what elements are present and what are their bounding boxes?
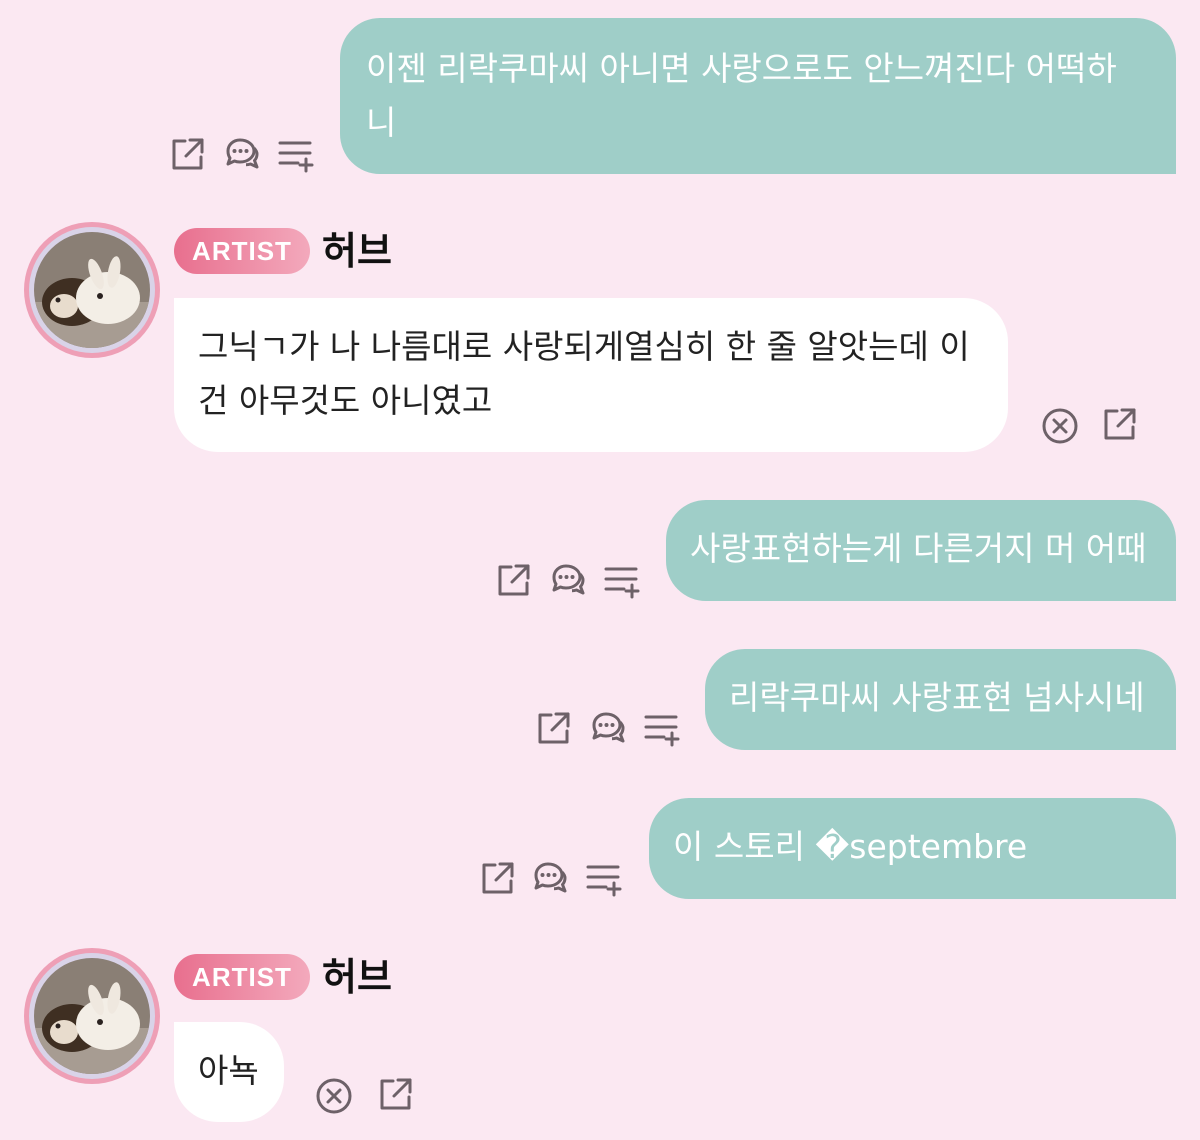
avatar[interactable]	[24, 222, 160, 358]
share-icon[interactable]	[534, 708, 574, 748]
artist-badge: ARTIST	[174, 954, 310, 1000]
message-bubble: 이젠 리락쿠마씨 아니면 사랑으로도 안느껴진다 어떡하 니	[340, 18, 1176, 174]
comment-icon[interactable]	[548, 560, 588, 600]
message-bubble: 이 스토리 �septembre	[649, 798, 1176, 899]
artist-name[interactable]: 허브	[322, 228, 392, 274]
comment-icon[interactable]	[222, 134, 262, 174]
share-icon[interactable]	[494, 560, 534, 600]
add-to-list-icon[interactable]	[584, 858, 624, 898]
share-icon[interactable]	[168, 134, 208, 174]
share-icon[interactable]	[376, 1074, 416, 1114]
message-bubble: 그닉ㄱ가 나 나름대로 사랑되게열심히 한 줄 알앗는데 이 건 아무것도 아니…	[174, 298, 1008, 452]
message-bubble: 리락쿠마씨 사랑표현 넘사시네	[705, 649, 1176, 750]
artist-name[interactable]: 허브	[322, 954, 392, 1000]
share-icon[interactable]	[478, 858, 518, 898]
avatar[interactable]	[24, 948, 160, 1084]
add-to-list-icon[interactable]	[642, 708, 682, 748]
add-to-list-icon[interactable]	[602, 560, 642, 600]
close-circle-icon[interactable]	[1040, 406, 1080, 446]
message-bubble: 사랑표현하는게 다른거지 머 어때	[666, 500, 1176, 601]
message-bubble: 아뇩	[174, 1022, 284, 1122]
comment-icon[interactable]	[530, 858, 570, 898]
share-icon[interactable]	[1100, 404, 1140, 444]
comment-icon[interactable]	[588, 708, 628, 748]
add-to-list-icon[interactable]	[276, 134, 316, 174]
avatar-photo	[34, 232, 150, 348]
close-circle-icon[interactable]	[314, 1076, 354, 1116]
avatar-photo	[34, 958, 150, 1074]
artist-badge: ARTIST	[174, 228, 310, 274]
